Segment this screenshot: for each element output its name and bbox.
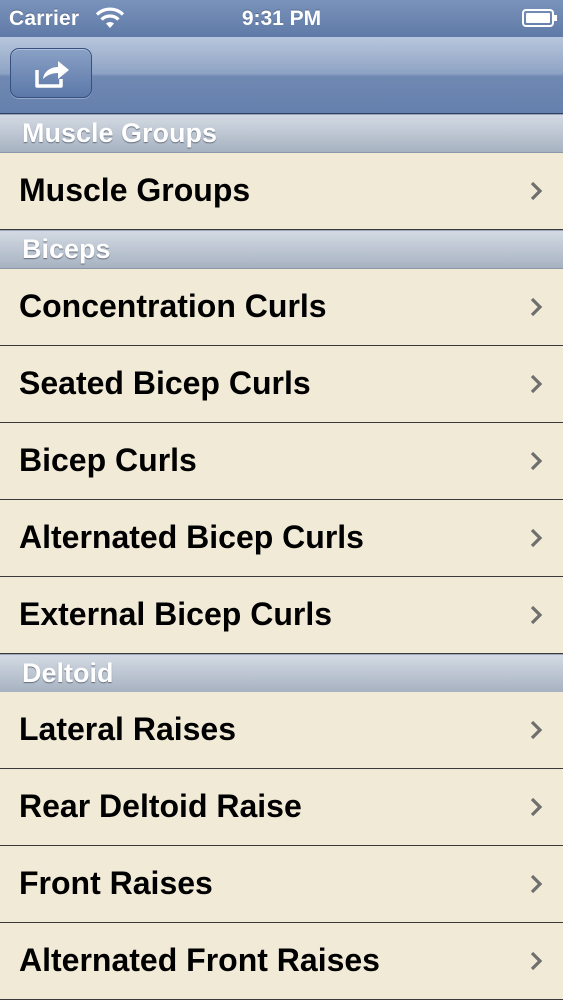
chevron-right-icon <box>530 374 543 394</box>
chevron-right-icon <box>530 720 543 740</box>
app-screen: Carrier 9:31 PM Muscle Groups Muscle Gro… <box>0 0 563 1000</box>
list-item-label: Front Raises <box>19 865 213 901</box>
list-item-alternated-bicep-curls[interactable]: Alternated Bicep Curls <box>0 500 563 577</box>
chevron-right-icon <box>530 297 543 317</box>
list-item-bicep-curls[interactable]: Bicep Curls <box>0 423 563 500</box>
chevron-right-icon <box>530 951 543 971</box>
clock-label: 9:31 PM <box>241 7 322 30</box>
share-button[interactable] <box>10 48 92 98</box>
list-item-label: External Bicep Curls <box>19 596 332 632</box>
section-header-title: Biceps <box>22 234 111 264</box>
chevron-right-icon <box>530 605 543 625</box>
share-icon <box>35 61 69 88</box>
list-item-label: Seated Bicep Curls <box>19 365 311 401</box>
list-item-label: Alternated Bicep Curls <box>19 519 364 555</box>
list-item-label: Lateral Raises <box>19 711 237 747</box>
section-header-biceps: Biceps <box>0 230 563 269</box>
list-item-alternated-front-raises[interactable]: Alternated Front Raises <box>0 923 563 1000</box>
list-item-label: Alternated Front Raises <box>19 942 380 978</box>
list-item-concentration-curls[interactable]: Concentration Curls <box>0 269 563 346</box>
status-bar: Carrier 9:31 PM <box>0 0 563 37</box>
list-item-muscle-groups[interactable]: Muscle Groups <box>0 153 563 230</box>
battery-icon <box>522 9 557 27</box>
chevron-right-icon <box>530 797 543 817</box>
list-item-label: Muscle Groups <box>19 172 251 208</box>
chevron-right-icon <box>530 181 543 201</box>
chevron-right-icon <box>530 874 543 894</box>
list-item-label: Rear Deltoid Raise <box>19 788 302 824</box>
chevron-right-icon <box>530 528 543 548</box>
list-item-label: Concentration Curls <box>19 288 327 324</box>
section-header-title: Deltoid <box>22 658 114 688</box>
list-item-label: Bicep Curls <box>19 442 197 478</box>
list-item-rear-deltoid-raise[interactable]: Rear Deltoid Raise <box>0 769 563 846</box>
section-header-muscle-groups: Muscle Groups <box>0 114 563 153</box>
list-item-seated-bicep-curls[interactable]: Seated Bicep Curls <box>0 346 563 423</box>
navigation-bar <box>0 37 563 114</box>
list-item-front-raises[interactable]: Front Raises <box>0 846 563 923</box>
chevron-right-icon <box>530 451 543 471</box>
section-header-title: Muscle Groups <box>22 118 218 148</box>
section-header-deltoid: Deltoid <box>0 654 563 693</box>
list-item-external-bicep-curls[interactable]: External Bicep Curls <box>0 577 563 654</box>
list-item-lateral-raises[interactable]: Lateral Raises <box>0 692 563 769</box>
